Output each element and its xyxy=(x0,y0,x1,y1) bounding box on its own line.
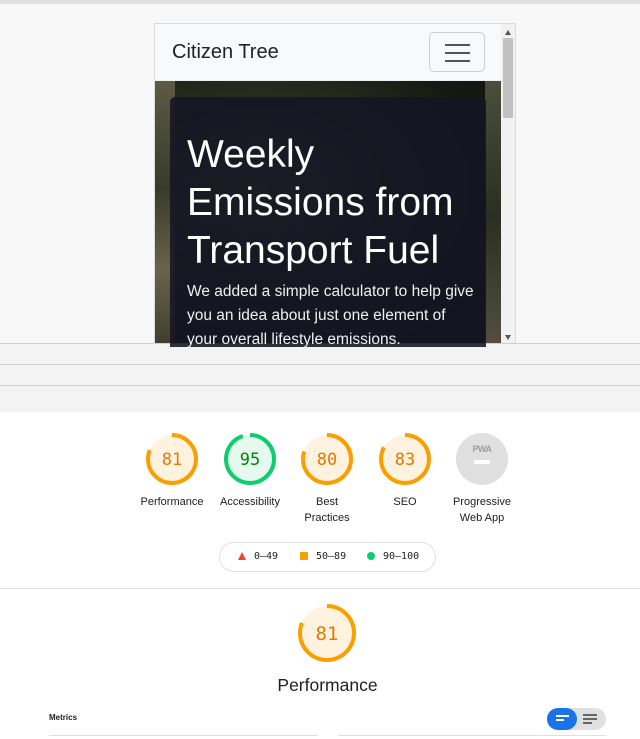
performance-section: 81 Performance Metrics xyxy=(0,589,640,739)
performance-score: 81 xyxy=(315,623,339,645)
hero-title: Weekly Emissions from Transport Fuel xyxy=(187,133,454,272)
pwa-dash xyxy=(474,460,490,464)
square-icon xyxy=(300,552,308,560)
scroll-up-arrow-icon[interactable] xyxy=(505,30,511,35)
hero-card: Weekly Emissions from Transport Fuel We … xyxy=(170,97,486,347)
expanded-lines-icon xyxy=(583,722,592,724)
site-brand[interactable]: Citizen Tree xyxy=(172,41,279,64)
metrics-view-toggle[interactable] xyxy=(547,708,606,730)
metrics-heading: Metrics xyxy=(49,713,78,722)
compact-lines-icon xyxy=(556,719,564,721)
gauge-best-practices[interactable]: 80 Best Practices xyxy=(282,433,372,526)
compact-view-button[interactable] xyxy=(547,708,577,730)
gauge-score: 81 xyxy=(161,450,183,470)
hero-banner: Weekly Emissions from Transport Fuel We … xyxy=(155,81,501,347)
gauge-label: Best Practices xyxy=(304,496,350,524)
compact-lines-icon xyxy=(556,715,569,717)
pwa-badge-text: PWA xyxy=(472,444,492,454)
viewport-scrollbar[interactable] xyxy=(501,24,515,347)
legend-pass-range: 90–100 xyxy=(383,551,420,562)
mobile-viewport: Citizen Tree Weekly Emissions from Trans… xyxy=(154,23,516,347)
legend-fail-range: 0–49 xyxy=(254,551,279,562)
gauge-pwa[interactable]: PWA Progressive Web App xyxy=(437,433,527,526)
legend-average-range: 50–89 xyxy=(316,551,347,562)
triangle-icon xyxy=(238,552,246,560)
site-preview-area: Citizen Tree Weekly Emissions from Trans… xyxy=(0,0,640,347)
filmstrip-placeholder xyxy=(0,343,640,412)
divider xyxy=(0,364,640,365)
scroll-down-arrow-icon[interactable] xyxy=(505,335,511,340)
hamburger-icon xyxy=(445,44,470,46)
scroll-thumb[interactable] xyxy=(503,38,513,118)
metric-row-divider xyxy=(49,735,318,736)
site-navbar: Citizen Tree xyxy=(155,24,501,81)
divider xyxy=(0,385,640,386)
pwa-badge-icon: PWA xyxy=(456,433,508,485)
expanded-lines-icon xyxy=(583,714,597,716)
expanded-view-button[interactable] xyxy=(577,708,606,730)
gauge-score: 80 xyxy=(316,450,338,470)
metric-row-divider xyxy=(338,735,606,736)
gauge-label: Progressive Web App xyxy=(452,496,512,524)
score-legend: 0–49 50–89 90–100 xyxy=(219,542,436,572)
hero-text: We added a simple calculator to help giv… xyxy=(187,283,474,347)
performance-title: Performance xyxy=(277,675,378,695)
circle-icon xyxy=(367,552,375,560)
legend-average: 50–89 xyxy=(300,551,346,562)
gauge-label: Performance xyxy=(140,496,204,508)
legend-fail: 0–49 xyxy=(238,551,278,562)
score-summary: 81 Performance 95 Accessibility 80 Best … xyxy=(0,412,640,588)
gauge-performance[interactable]: 81 Performance xyxy=(127,433,217,510)
hamburger-icon xyxy=(445,52,470,54)
hamburger-icon xyxy=(445,60,470,62)
navbar-toggler-button[interactable] xyxy=(429,32,485,72)
legend-pass: 90–100 xyxy=(367,551,419,562)
expanded-lines-icon xyxy=(583,718,597,720)
